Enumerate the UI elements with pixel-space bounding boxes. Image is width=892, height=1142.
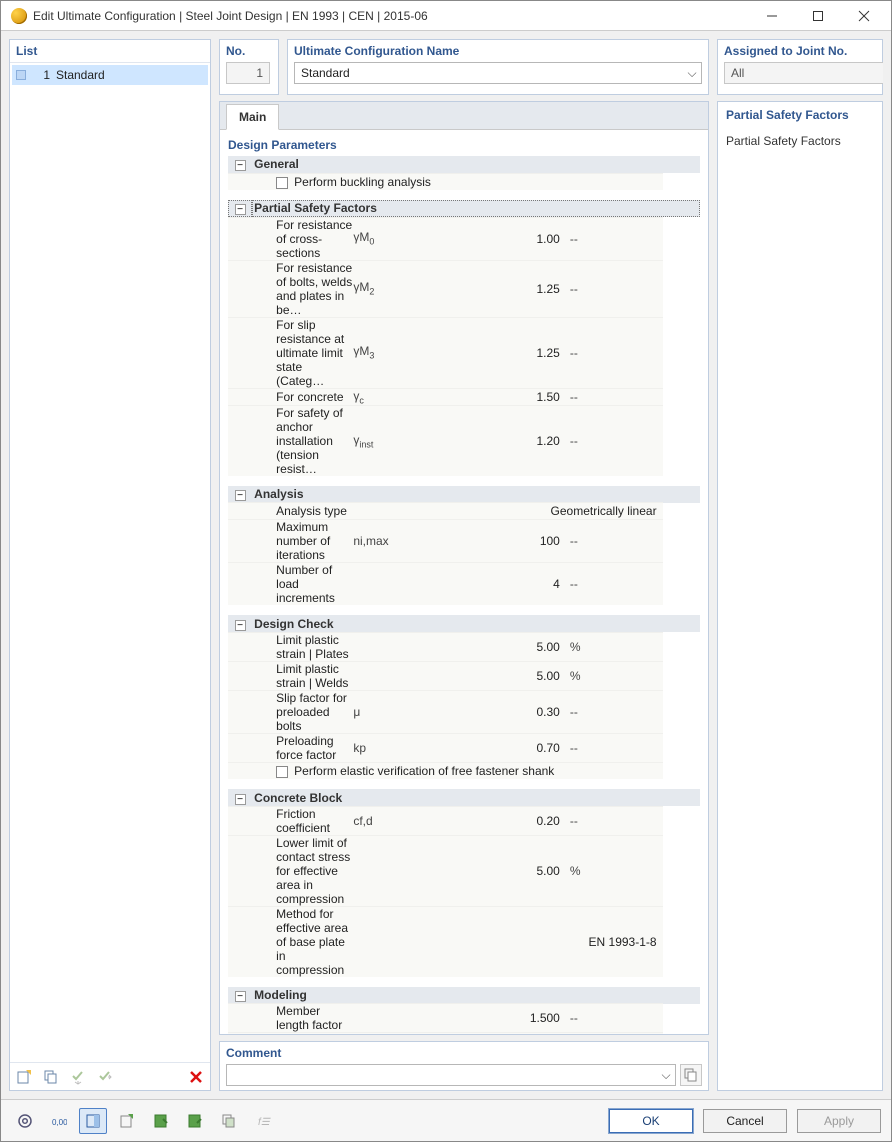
copy-item-button[interactable] [39,1066,63,1088]
delete-button[interactable] [184,1066,208,1088]
number-box: No. [219,39,279,95]
group-header[interactable]: −Concrete Block [228,789,700,806]
cancel-button[interactable]: Cancel [703,1109,787,1133]
dialog-footer: 0,00 f☰ OK Cancel Apply [1,1099,891,1141]
collapse-icon[interactable]: − [235,794,246,805]
group-header[interactable]: −Partial Safety Factors [228,200,700,217]
app-icon [11,8,27,24]
assigned-label: Assigned to Joint No. [718,40,882,62]
param-row[interactable]: Perform elastic verification of free fas… [228,762,700,779]
tabstrip: Main [220,102,708,130]
help-title: Partial Safety Factors [726,108,874,122]
list-panel: List 1 Standard [9,39,211,1091]
units-button[interactable]: 0,00 [45,1108,73,1134]
list-item-bullet-icon [16,70,26,80]
param-row[interactable]: Slip factor for preloaded boltsμ0.30-- [228,690,700,733]
comment-label: Comment [226,1046,702,1060]
copy-config-button[interactable] [215,1108,243,1134]
comment-combo[interactable]: ⌵ [226,1064,676,1086]
close-button[interactable] [841,1,887,31]
name-value: Standard [301,66,683,80]
group-header[interactable]: −Design Check [228,615,700,632]
apply-button[interactable]: Apply [797,1109,881,1133]
param-row[interactable]: Analysis typeGeometrically linear [228,503,700,520]
group-header[interactable]: −Analysis [228,486,700,503]
param-row[interactable]: For resistance of bolts, welds and plate… [228,260,700,317]
help-body: Partial Safety Factors [726,134,874,148]
list-item[interactable]: 1 Standard [12,65,208,85]
check-right-button[interactable] [93,1066,117,1088]
comment-library-button[interactable] [680,1064,702,1086]
maximize-button[interactable] [795,1,841,31]
collapse-icon[interactable]: − [235,620,246,631]
name-box: Ultimate Configuration Name Standard ⌵ [287,39,709,95]
name-combo[interactable]: Standard ⌵ [294,62,702,84]
default-settings-button[interactable] [113,1108,141,1134]
param-row[interactable]: Perform buckling analysis [228,173,700,190]
assigned-box: Assigned to Joint No. × [717,39,883,95]
assigned-input[interactable] [724,62,883,84]
param-row[interactable]: Number of segments on rounded corner of … [228,1033,700,1034]
chevron-down-icon: ⌵ [657,1068,675,1083]
number-input[interactable] [226,62,270,84]
save-default-button[interactable] [147,1108,175,1134]
function-button[interactable]: f☰ [249,1108,277,1134]
titlebar: Edit Ultimate Configuration | Steel Join… [1,1,891,31]
param-row[interactable]: Limit plastic strain | Welds5.00% [228,661,700,690]
name-label: Ultimate Configuration Name [288,40,708,62]
tab-main[interactable]: Main [226,104,279,130]
chevron-down-icon: ⌵ [683,66,701,81]
list-header: List [10,40,210,63]
collapse-icon[interactable]: − [235,490,246,501]
new-item-button[interactable] [12,1066,36,1088]
window-title: Edit Ultimate Configuration | Steel Join… [33,9,749,23]
number-label: No. [220,40,278,62]
param-row[interactable]: For safety of anchor installation (tensi… [228,405,700,476]
param-row[interactable]: Friction coefficientcf,d0.20-- [228,806,700,835]
param-row[interactable]: Limit plastic strain | Plates5.00% [228,632,700,661]
comment-box: Comment ⌵ [219,1041,709,1091]
param-row[interactable]: Number of load increments4-- [228,563,700,606]
param-row[interactable]: Method for effective area of base plate … [228,906,700,977]
ok-button[interactable]: OK [609,1109,693,1133]
param-row[interactable]: Lower limit of contact stress for effect… [228,835,700,906]
param-row[interactable]: Preloading force factorkp0.70-- [228,733,700,762]
checkbox-icon[interactable] [276,177,288,189]
help-button[interactable] [11,1108,39,1134]
collapse-icon[interactable]: − [235,204,246,215]
check-down-button[interactable] [66,1066,90,1088]
collapse-icon[interactable]: − [235,160,246,171]
group-header[interactable]: −Modeling [228,987,700,1004]
section-title: Design Parameters [228,138,700,152]
svg-text:f☰: f☰ [258,1117,271,1128]
param-row[interactable]: For resistance of cross-sectionsγM01.00-… [228,217,700,260]
minimize-button[interactable] [749,1,795,31]
design-parameters-area: Design Parameters −GeneralPerform buckli… [220,130,708,1034]
collapse-icon[interactable]: − [235,991,246,1002]
checkbox-icon[interactable] [276,766,288,778]
param-row[interactable]: Maximum number of iterationsni,max100-- [228,520,700,563]
load-default-button[interactable] [181,1108,209,1134]
list-item-label: Standard [56,68,105,82]
config-list[interactable]: 1 Standard [10,63,210,1062]
param-row[interactable]: For slip resistance at ultimate limit st… [228,317,700,388]
list-item-num: 1 [32,68,50,82]
param-row[interactable]: Member length factor1.500-- [228,1004,700,1033]
group-header[interactable]: −General [228,156,700,173]
toggle-panel-button[interactable] [79,1108,107,1134]
param-row[interactable]: For concreteγc1.50-- [228,388,700,405]
help-panel: Partial Safety Factors Partial Safety Fa… [717,101,883,1091]
svg-text:0,00: 0,00 [52,1118,67,1127]
list-toolbar [10,1062,210,1090]
